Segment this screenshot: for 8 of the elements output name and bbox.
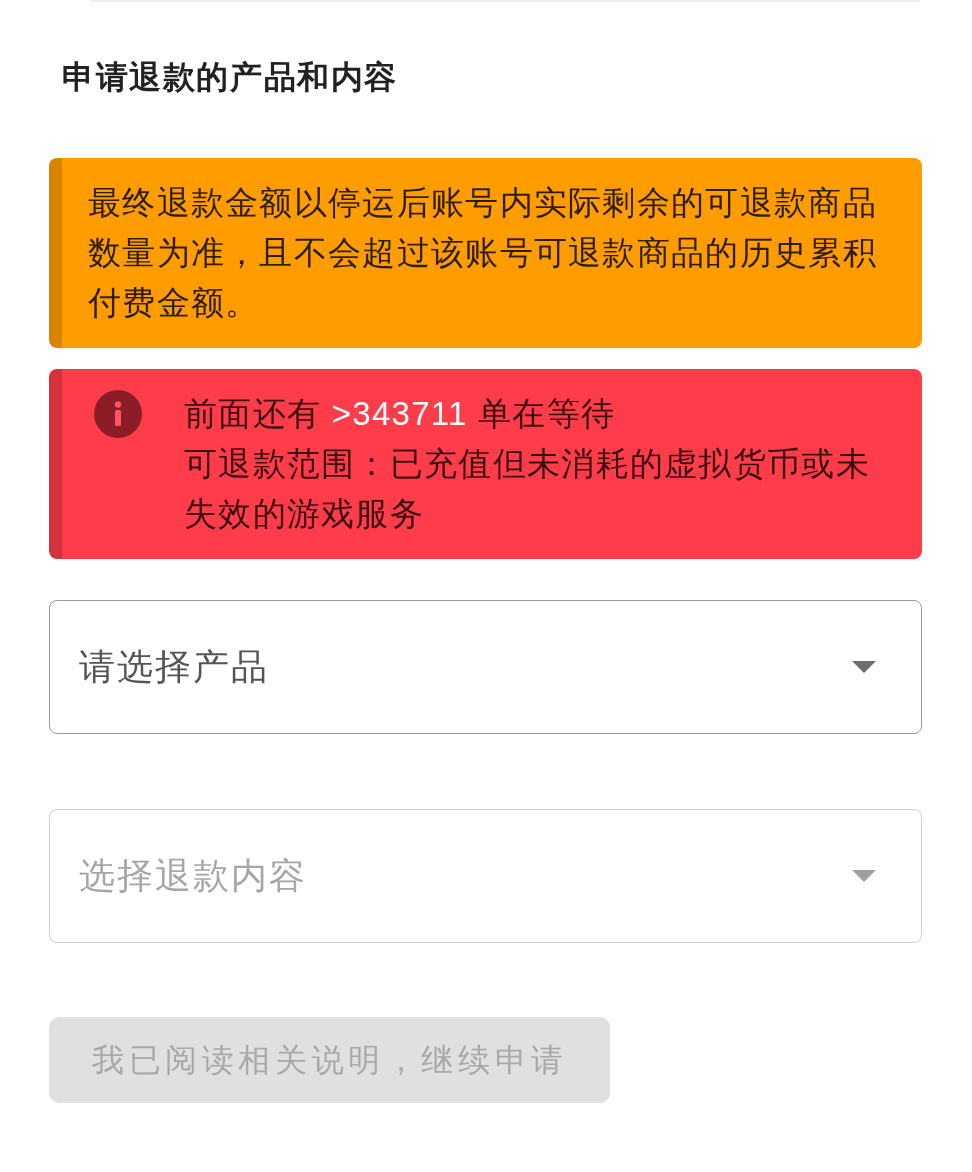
info-icon	[94, 390, 142, 438]
caret-icon	[852, 870, 876, 882]
caret-icon	[852, 661, 876, 673]
notice-text: 可退款范围：已充值但未消耗的虚拟货币或未失效的游戏服务	[184, 444, 871, 534]
product-select[interactable]: 请选择产品	[49, 600, 922, 734]
section-title: 申请退款的产品和内容	[61, 58, 399, 96]
notice-text: 前面还有 >343711 单在等待	[184, 394, 617, 434]
notice-text: 最终退款金额以停运后账号内实际剩余的可退款商品数量为准，且不会超过该账号可退款商品的历史累积付费金额。	[88, 183, 878, 323]
